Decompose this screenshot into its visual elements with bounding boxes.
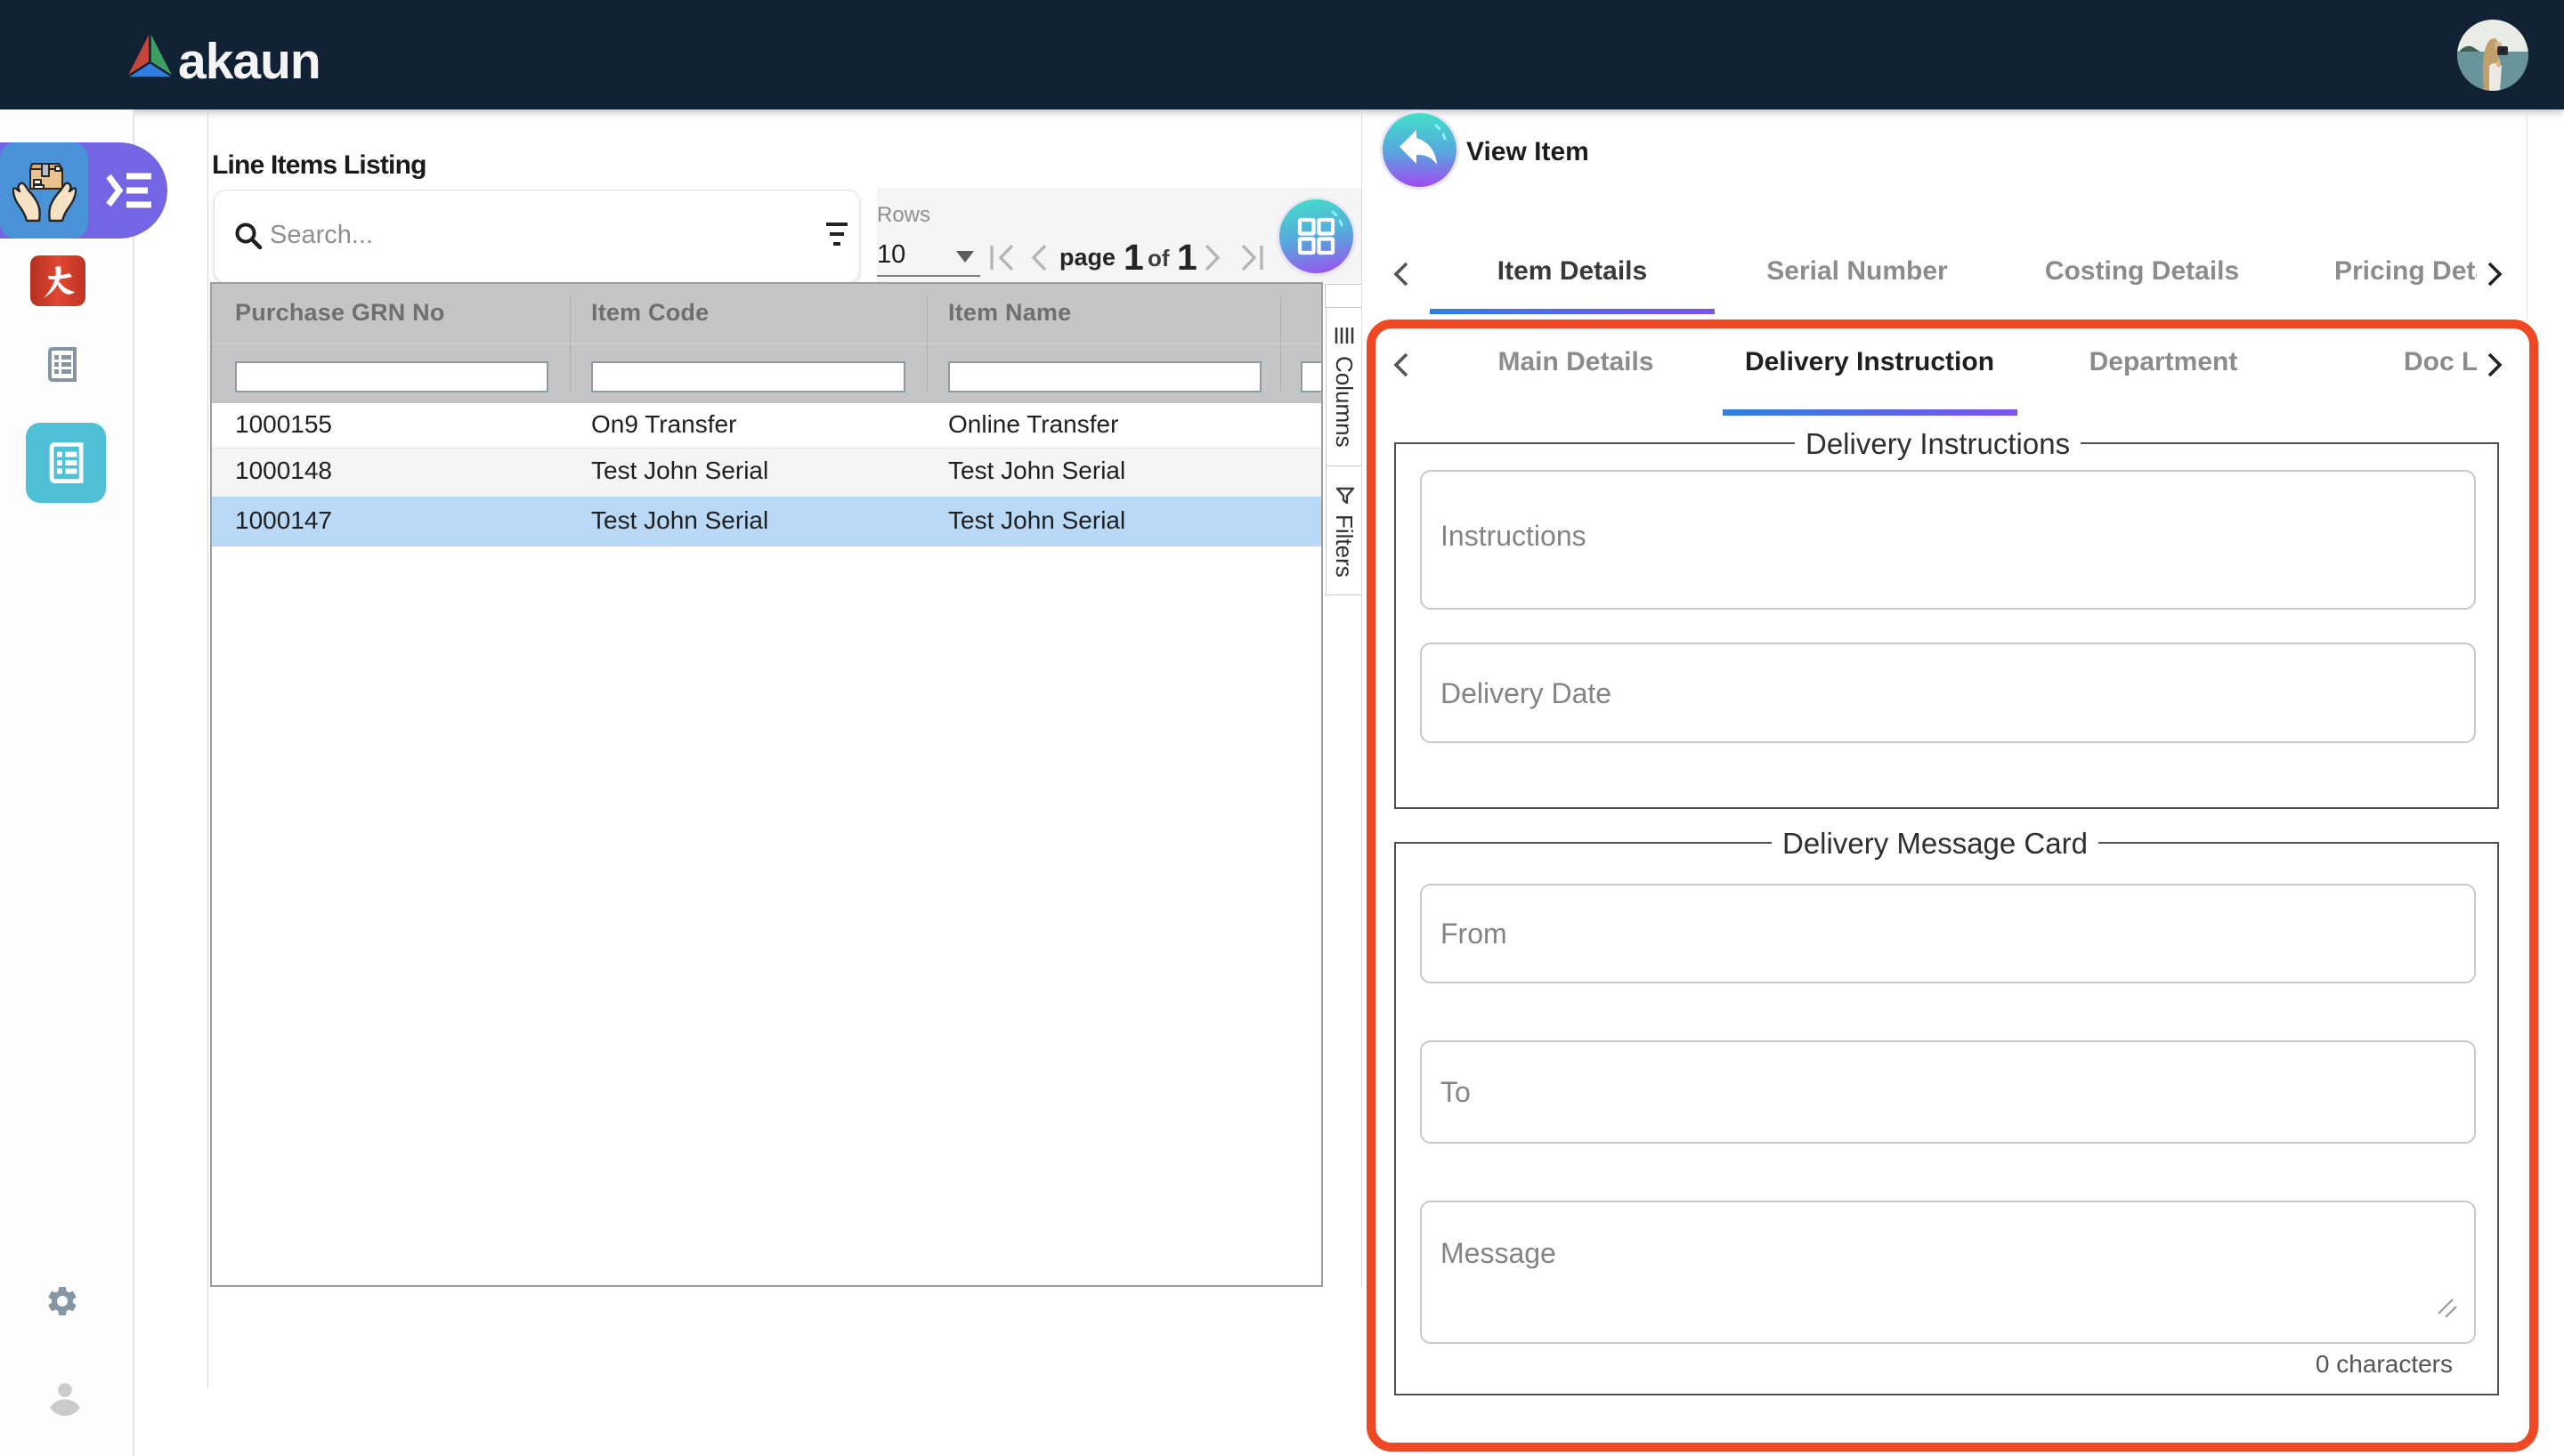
svg-text:akaun: akaun (178, 33, 320, 85)
